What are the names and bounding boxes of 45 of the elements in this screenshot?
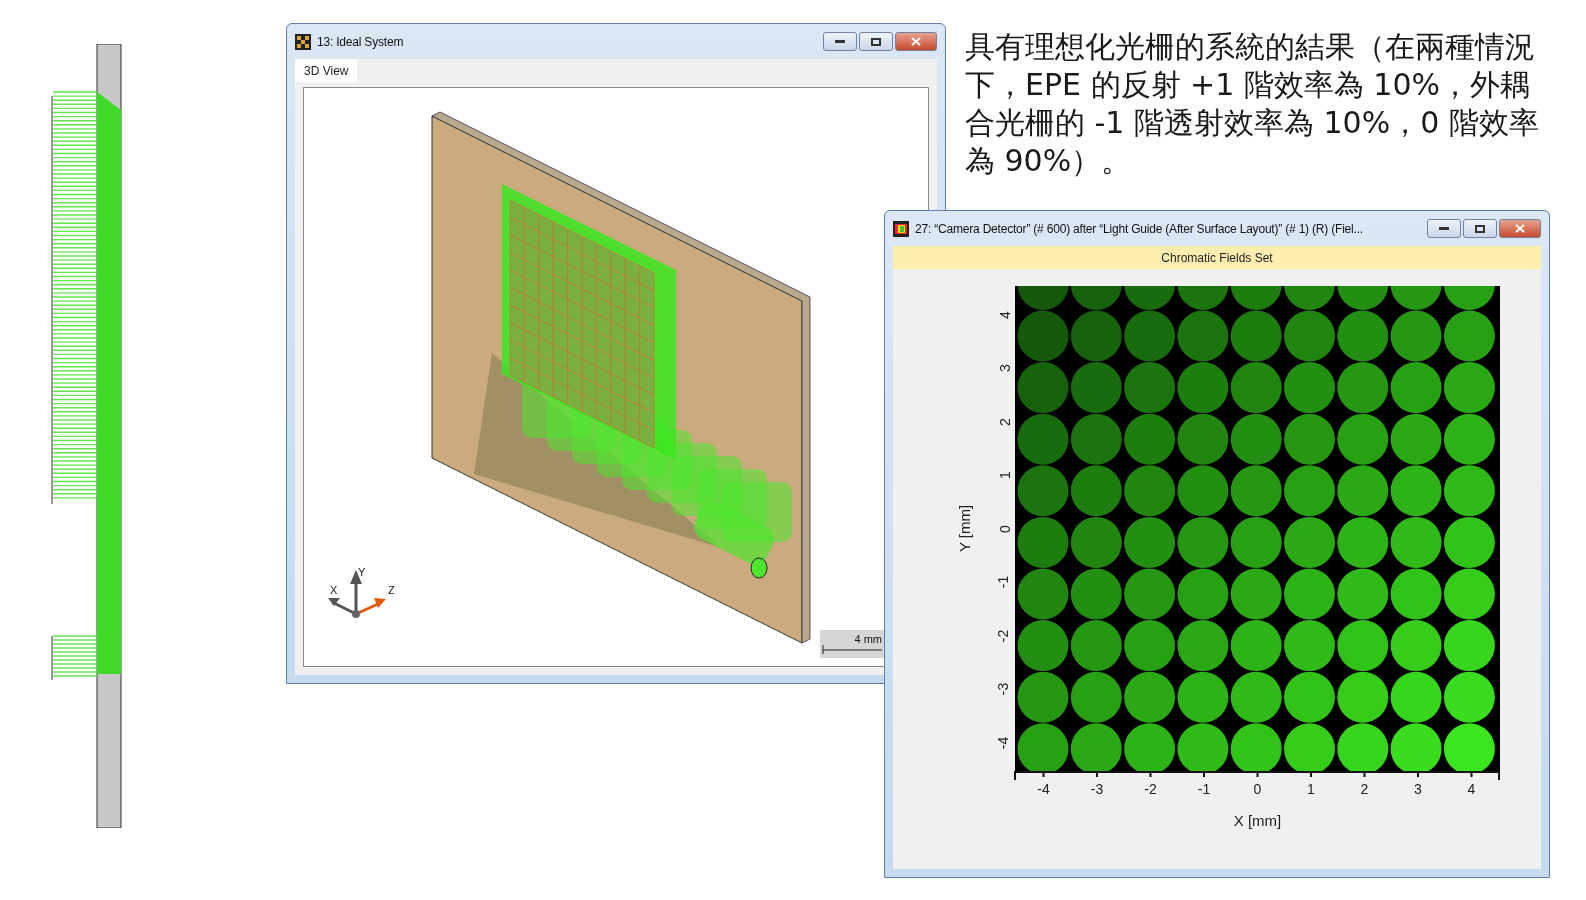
y-tick-label: 3	[997, 364, 1014, 372]
x-tick-label: -4	[1037, 781, 1050, 797]
x-tick-label: -2	[1144, 781, 1157, 797]
y-tick-label: 2	[997, 417, 1014, 426]
axis-arrows-drawing	[328, 570, 386, 618]
scale-line-icon	[822, 645, 882, 654]
view-tab[interactable]: 3D View	[295, 59, 358, 82]
axis-label: Z	[388, 584, 395, 596]
x-tick-label: 1	[1307, 781, 1315, 797]
y-tick-label: 1	[997, 471, 1014, 479]
maximize-icon	[1475, 224, 1485, 233]
y-tick-label: -4	[994, 736, 1011, 749]
close-icon	[911, 37, 921, 46]
scale-label: 4 mm	[854, 633, 882, 645]
x-tick-label: 2	[1360, 781, 1369, 797]
x-tick-label: -3	[1090, 781, 1104, 797]
maximize-icon	[871, 37, 881, 46]
minimize-icon	[835, 39, 845, 44]
window-title: 27: “Camera Detector” (# 600) after “Light Guide (After Surface Layout)” (# 1) (R) (Fiel...	[915, 221, 1364, 236]
axis-label: X	[330, 584, 338, 596]
x-tick-label: 0	[1253, 781, 1262, 797]
x-axis-label: X [mm]	[1233, 811, 1282, 829]
caption-text: 具有理想化光柵的系統的結果（在兩種情況下，EPE 的反射 +1 階效率為 10%，外耦合光柵的 -1 階透射效率為 10%，0 階效率為 90%）。	[965, 28, 1540, 180]
y-tick-label: -1	[994, 575, 1011, 589]
close-button[interactable]	[895, 32, 937, 51]
close-button[interactable]	[1499, 219, 1541, 238]
y-tick-label: -3	[994, 682, 1011, 696]
maximize-button[interactable]	[859, 32, 893, 51]
minimize-button[interactable]	[823, 32, 857, 51]
y-axis-label: Y [mm]	[956, 504, 974, 553]
x-tick-label: 3	[1414, 781, 1422, 797]
x-tick-label: 4	[1467, 781, 1476, 797]
y-tick-label: 0	[997, 524, 1014, 533]
y-tick-label: -2	[994, 629, 1011, 642]
minimize-button[interactable]	[1427, 219, 1461, 238]
axis-label: Y	[358, 566, 366, 578]
app-icon	[893, 220, 909, 237]
app-icon	[295, 33, 311, 50]
maximize-button[interactable]	[1463, 219, 1497, 238]
y-tick-label: 4	[997, 310, 1014, 319]
x-tick-label: -1	[1197, 781, 1211, 797]
close-icon	[1515, 224, 1525, 233]
chromatic-fields-band: Chromatic Fields Set	[893, 246, 1541, 269]
window-title: 13: Ideal System	[317, 34, 405, 49]
minimize-icon	[1439, 226, 1449, 231]
